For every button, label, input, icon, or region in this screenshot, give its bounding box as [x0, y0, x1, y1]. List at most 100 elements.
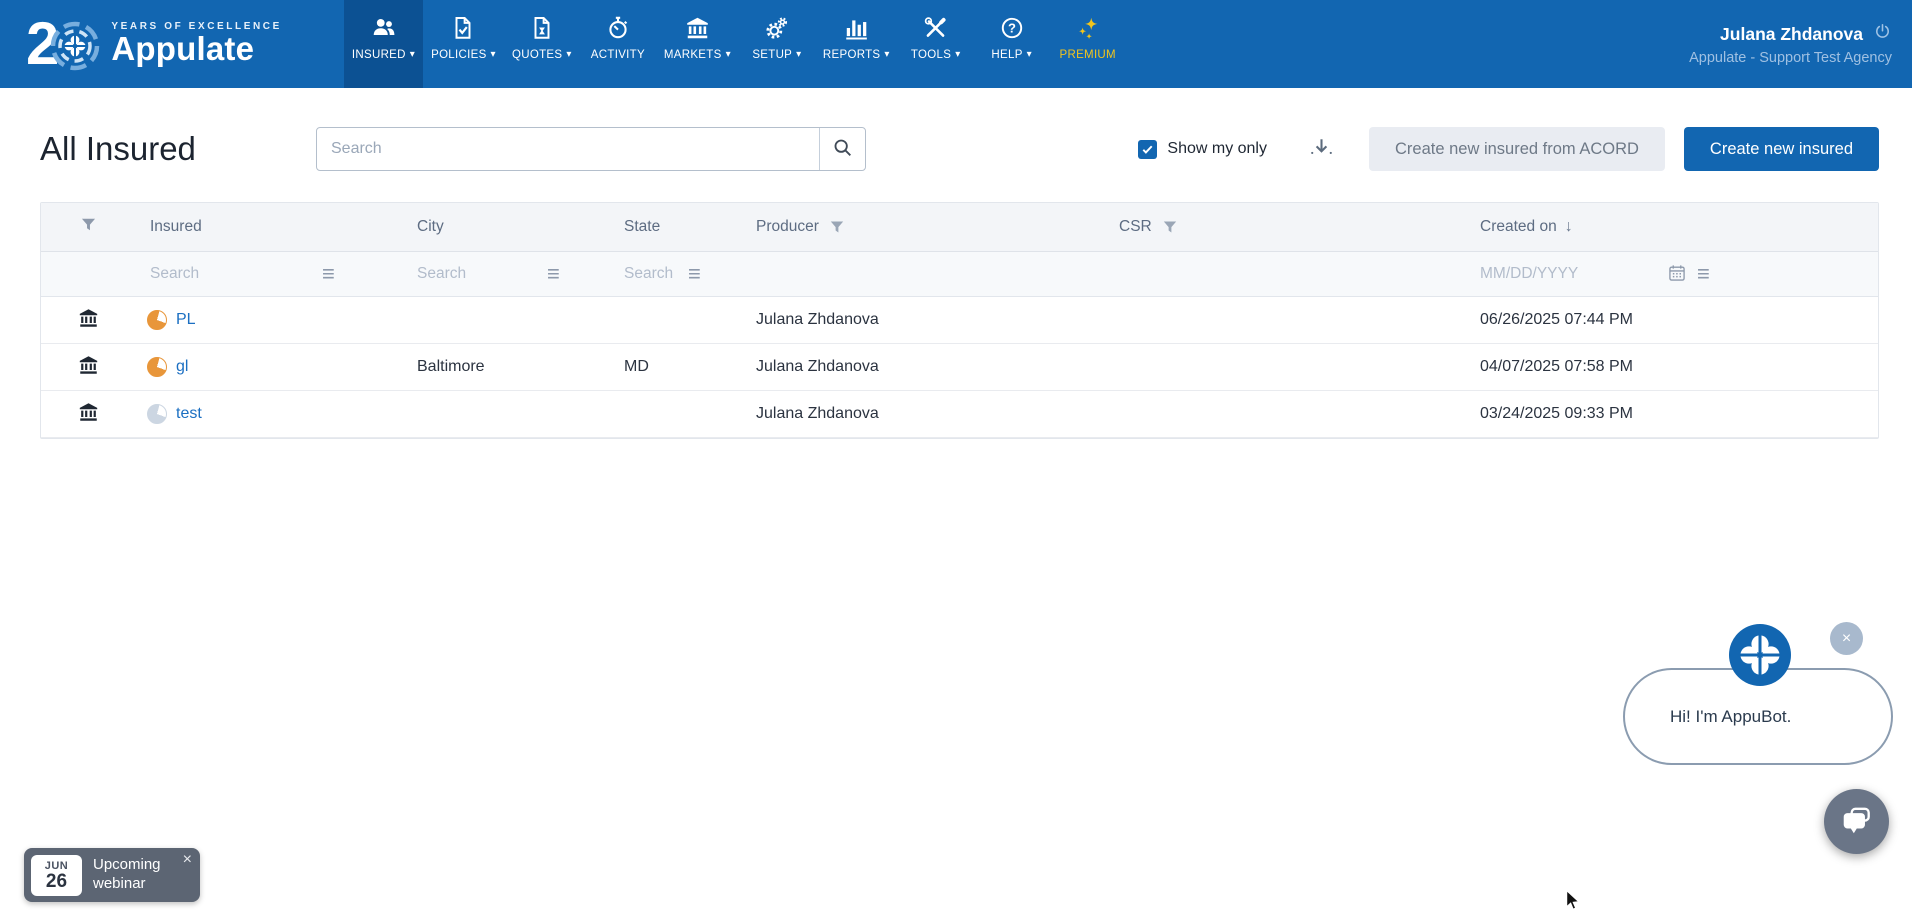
create-from-acord-button[interactable]: Create new insured from ACORD	[1369, 127, 1665, 171]
help-icon: ?	[999, 13, 1025, 43]
chevron-down-icon: ▾	[796, 50, 801, 60]
cell-state: MD	[624, 358, 756, 376]
nav-label: MARKETS	[664, 49, 722, 61]
webinar-day: 26	[46, 872, 67, 891]
table-filter-button[interactable]	[41, 216, 136, 238]
created-on-filter-input[interactable]	[1480, 265, 1665, 283]
nav-item-activity[interactable]: ACTIVITY	[580, 0, 656, 88]
sort-desc-icon[interactable]: ↓	[1565, 218, 1573, 236]
nav-label: POLICIES	[431, 49, 486, 61]
brand-text: YEARS OF EXCELLENCE Appulate	[111, 21, 282, 67]
main-search	[316, 127, 866, 171]
column-header-csr: CSR	[1119, 218, 1480, 236]
cell-created-on: 04/07/2025 07:58 PM	[1480, 358, 1878, 376]
city-filter-menu-icon[interactable]: ≡	[547, 263, 560, 285]
webinar-close-button[interactable]: ×	[183, 852, 192, 868]
cell-producer: Julana Zhdanova	[756, 405, 1119, 423]
create-new-insured-button[interactable]: Create new insured	[1684, 127, 1879, 171]
page-title: All Insured	[40, 130, 316, 168]
created-on-filter-menu-icon[interactable]: ≡	[1697, 263, 1710, 285]
user-name: Julana Zhdanova	[1720, 24, 1863, 45]
status-pie-icon	[147, 404, 167, 424]
nav-label: INSURED	[352, 49, 406, 61]
brand-logo[interactable]: 2 YEARS OF EXCELLENCE Appulate	[0, 0, 282, 88]
nav-item-help[interactable]: ? HELP▾	[974, 0, 1050, 88]
nav-item-insured[interactable]: INSURED▾	[344, 0, 423, 88]
webinar-date: JUN 26	[31, 855, 82, 896]
premium-sparkles-icon	[1074, 13, 1102, 43]
insured-link[interactable]: PL	[176, 311, 196, 329]
nav-item-markets[interactable]: MARKETS ▾	[656, 0, 739, 88]
search-icon	[832, 137, 854, 162]
company-bank-icon	[77, 354, 100, 381]
chat-launcher-button[interactable]	[1824, 789, 1889, 854]
producer-filter-funnel-icon[interactable]	[829, 219, 845, 235]
nav-item-setup[interactable]: SETUP ▾	[739, 0, 815, 88]
webinar-banner[interactable]: JUN 26 Upcoming webinar ×	[24, 848, 200, 902]
calendar-button[interactable]	[1667, 263, 1687, 286]
webinar-label: Upcoming webinar	[93, 856, 175, 894]
csr-filter-funnel-icon[interactable]	[1162, 219, 1178, 235]
download-icon	[1308, 136, 1335, 163]
insured-link[interactable]: test	[176, 405, 202, 423]
column-header-state: State	[624, 218, 756, 236]
funnel-icon	[80, 216, 97, 238]
state-filter-input[interactable]	[624, 265, 680, 283]
insured-filter-input[interactable]	[150, 265, 322, 283]
appubot-message: Hi! I'm AppuBot.	[1625, 707, 1791, 727]
top-navbar: 2 YEARS OF EXCELLENCE Appulate INS	[0, 0, 1912, 88]
show-my-only-checkbox[interactable]: Show my only	[1138, 140, 1267, 159]
logout-power-icon[interactable]	[1873, 22, 1892, 46]
toolbar-right: Show my only Create new insured from ACO…	[1138, 127, 1879, 171]
quotes-document-icon	[529, 13, 555, 43]
calendar-icon	[1667, 263, 1687, 286]
table-row: PL Julana Zhdanova 06/26/2025 07:44 PM	[41, 297, 1878, 344]
company-bank-icon	[77, 401, 100, 428]
page: 2 YEARS OF EXCELLENCE Appulate INS	[0, 0, 1912, 922]
insured-table: Insured City State Producer CSR Created …	[40, 202, 1879, 439]
nav-label: TOOLS	[911, 49, 951, 61]
reports-chart-icon	[843, 13, 869, 43]
chat-bubbles-icon	[1840, 803, 1874, 840]
chevron-down-icon: ▾	[726, 50, 731, 60]
appubot-clover-icon	[1727, 622, 1793, 688]
state-filter-menu-icon[interactable]: ≡	[688, 263, 701, 285]
cell-producer: Julana Zhdanova	[756, 358, 1119, 376]
nav-label: SETUP	[752, 49, 792, 61]
chevron-down-icon: ▾	[955, 50, 960, 60]
table-header-row: Insured City State Producer CSR Created …	[41, 203, 1878, 252]
cell-city: Baltimore	[417, 358, 624, 376]
status-pie-icon	[147, 310, 167, 330]
nav-label: ACTIVITY	[591, 49, 645, 61]
nav-label: REPORTS	[823, 49, 880, 61]
nav-label: PREMIUM	[1060, 49, 1116, 61]
city-filter-input[interactable]	[417, 265, 535, 283]
checkbox-checked-icon	[1138, 140, 1157, 159]
user-menu[interactable]: Julana Zhdanova Appulate - Support Test …	[1689, 0, 1912, 88]
nav-item-quotes[interactable]: QUOTES▾	[504, 0, 580, 88]
insured-link[interactable]: gl	[176, 358, 188, 376]
cell-created-on: 06/26/2025 07:44 PM	[1480, 311, 1878, 329]
table-row: gl Baltimore MD Julana Zhdanova 04/07/20…	[41, 344, 1878, 391]
company-bank-icon	[77, 307, 100, 334]
nav-item-reports[interactable]: REPORTS ▾	[815, 0, 898, 88]
nav-item-policies[interactable]: POLICIES▾	[423, 0, 504, 88]
column-header-insured: Insured	[136, 218, 417, 236]
markets-bank-icon	[684, 13, 711, 43]
toolbar: All Insured Show my only Create new	[40, 127, 1879, 171]
appubot-close-button[interactable]: ×	[1830, 622, 1863, 655]
chevron-down-icon: ▾	[884, 50, 889, 60]
brand-name: Appulate	[111, 32, 282, 67]
mouse-cursor	[1562, 889, 1584, 913]
nav-label: QUOTES	[512, 49, 562, 61]
activity-stopwatch-icon	[605, 13, 631, 43]
column-header-city: City	[417, 218, 624, 236]
search-button[interactable]	[819, 128, 865, 170]
cell-created-on: 03/24/2025 09:33 PM	[1480, 405, 1878, 423]
search-input[interactable]	[317, 140, 819, 158]
svg-text:?: ?	[1008, 21, 1016, 36]
insured-filter-menu-icon[interactable]: ≡	[322, 263, 335, 285]
download-button[interactable]	[1308, 136, 1335, 163]
nav-item-tools[interactable]: TOOLS ▾	[898, 0, 974, 88]
nav-item-premium[interactable]: PREMIUM	[1050, 0, 1126, 88]
